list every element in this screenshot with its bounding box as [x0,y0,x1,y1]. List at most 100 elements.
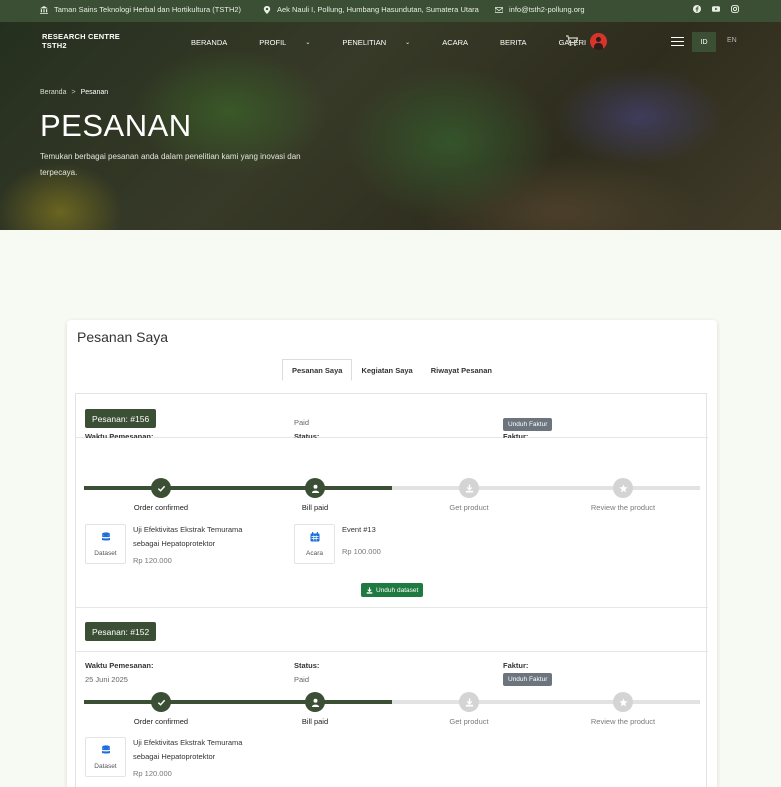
item-type-dataset: Dataset [85,737,126,777]
database-icon [101,532,110,541]
download-invoice-button[interactable]: Unduh Faktur [503,418,553,431]
step-get-product: Get product [419,478,519,512]
order-time-label: Waktu Pemesanan: [85,661,154,670]
page-title: PESANAN [40,108,192,143]
institution-icon [40,5,48,14]
user-avatar[interactable] [590,33,607,50]
download-dataset-label: Unduh dataset [376,586,419,594]
order-tabs: Pesanan Saya Kegiatan Saya Riwayat Pesan… [282,359,501,381]
item-type-label: Dataset [94,763,117,770]
chevron-down-icon: ⌄ [305,40,311,46]
youtube-icon[interactable] [712,5,720,13]
breadcrumb-current: Pesanan [80,89,109,96]
nav-item-label: PENELITIAN [342,38,387,47]
email-info[interactable]: info@tsth2-pollung.org [495,5,585,14]
instagram-icon[interactable] [731,5,739,13]
main-navbar: RESEARCH CENTRE TSTH2 BERANDA PROFIL ⌄ PE… [0,22,781,60]
download-icon [459,478,479,498]
step-label: Get product [449,717,489,726]
order-status-value: Paid [294,675,310,684]
breadcrumb-home[interactable]: Beranda [40,89,66,96]
nav-item-acara[interactable]: ACARA [442,38,484,47]
chevron-down-icon: ⌄ [405,40,411,46]
step-label: Bill paid [301,503,329,512]
map-pin-icon [263,5,271,14]
step-get-product: Get product [419,692,519,726]
nav-item-label: PROFIL [259,38,287,47]
order-status-value: Paid [294,418,310,427]
order-status-label: Status: [294,432,320,438]
social-links [693,5,739,13]
card-title: Pesanan Saya [77,329,169,345]
breadcrumb-separator: > [71,89,76,96]
orders-card: Pesanan Saya Pesanan Saya Kegiatan Saya … [67,320,717,787]
database-icon [101,745,110,754]
download-icon [459,692,479,712]
nav-item-beranda[interactable]: BERANDA [191,38,243,47]
user-icon [305,692,325,712]
order-card: Pesanan: #152 Waktu Pemesanan: 25 Juni 2… [76,608,708,787]
download-invoice-button[interactable]: Unduh Faktur [503,673,553,686]
invoice-label: Faktur: [503,661,529,670]
download-dataset-button[interactable]: Unduh dataset [361,583,424,597]
step-label: Order confirmed [133,717,189,726]
order-status-label: Status: [294,661,320,670]
brand-line1: RESEARCH CENTRE [42,32,121,41]
facebook-icon[interactable] [693,5,701,13]
item-type-label: Acara [306,550,323,557]
star-icon [613,692,633,712]
item-name: Event #13 [342,525,376,534]
step-order-confirmed: Order confirmed [111,478,211,512]
user-icon [305,478,325,498]
tab-kegiatan-saya[interactable]: Kegiatan Saya [352,359,421,381]
order-list: Pesanan: #156 Waktu Pemesanan: Paid Stat… [75,394,708,787]
order-card: Pesanan: #156 Waktu Pemesanan: Paid Stat… [76,394,708,607]
item-price: Rp 120.000 [133,769,172,778]
order-number-badge: Pesanan: #156 [85,409,157,428]
step-label: Review the product [590,717,656,726]
check-icon [151,692,171,712]
nav-item-profil[interactable]: PROFIL ⌄ [259,38,326,47]
address-info: Aek Nauli I, Pollung, Humbang Hasundutan… [263,5,479,14]
order-number-badge: Pesanan: #152 [85,622,157,641]
nav-item-label: BERITA [500,38,527,47]
download-icon [366,586,373,594]
nav-item-label: BERANDA [191,38,228,47]
address-text: Aek Nauli I, Pollung, Humbang Hasundutan… [277,5,479,14]
step-bill-paid: Bill paid [265,478,365,512]
envelope-icon [495,6,503,13]
step-label: Get product [449,503,489,512]
brand-logo[interactable]: RESEARCH CENTRE TSTH2 [42,32,120,50]
item-type-dataset: Dataset [85,524,126,564]
star-icon [613,478,633,498]
step-label: Order confirmed [133,503,189,512]
step-label: Bill paid [301,717,329,726]
lang-en-button[interactable]: EN [727,37,737,44]
top-info-bar: Taman Sains Teknologi Herbal dan Hortiku… [0,0,781,22]
step-order-confirmed: Order confirmed [111,692,211,726]
email-text[interactable]: info@tsth2-pollung.org [509,5,585,14]
tab-pesanan-saya[interactable]: Pesanan Saya [282,359,353,381]
order-header: Pesanan: #156 Waktu Pemesanan: Paid Stat… [76,394,708,438]
item-name: Uji Efektivitas Ekstrak Temurama sebagai… [133,738,243,761]
item-price: Rp 100.000 [342,547,381,556]
step-review-product: Review the product [573,478,673,512]
nav-item-berita[interactable]: BERITA [500,38,543,47]
breadcrumb: Beranda > Pesanan [40,89,108,96]
order-header: Pesanan: #152 [76,608,708,652]
institution-text: Taman Sains Teknologi Herbal dan Hortiku… [54,5,242,14]
step-review-product: Review the product [573,692,673,726]
step-bill-paid: Bill paid [265,692,365,726]
nav-menu: BERANDA PROFIL ⌄ PENELITIAN ⌄ ACARA BERITA… [191,38,618,47]
menu-toggle-icon[interactable] [671,37,684,46]
order-date-value: 25 Juni 2025 [85,675,128,684]
item-name: Uji Efektivitas Ekstrak Temurama sebagai… [133,525,243,548]
nav-item-label: ACARA [442,38,469,47]
cart-icon[interactable] [566,35,578,47]
invoice-label: Faktur: [503,432,529,438]
nav-item-penelitian[interactable]: PENELITIAN ⌄ [342,38,426,47]
brand-line2: TSTH2 [42,41,67,50]
hero-banner: RESEARCH CENTRE TSTH2 BERANDA PROFIL ⌄ PE… [0,22,781,230]
tab-riwayat-pesanan[interactable]: Riwayat Pesanan [422,359,501,381]
lang-id-button[interactable]: ID [692,32,716,52]
